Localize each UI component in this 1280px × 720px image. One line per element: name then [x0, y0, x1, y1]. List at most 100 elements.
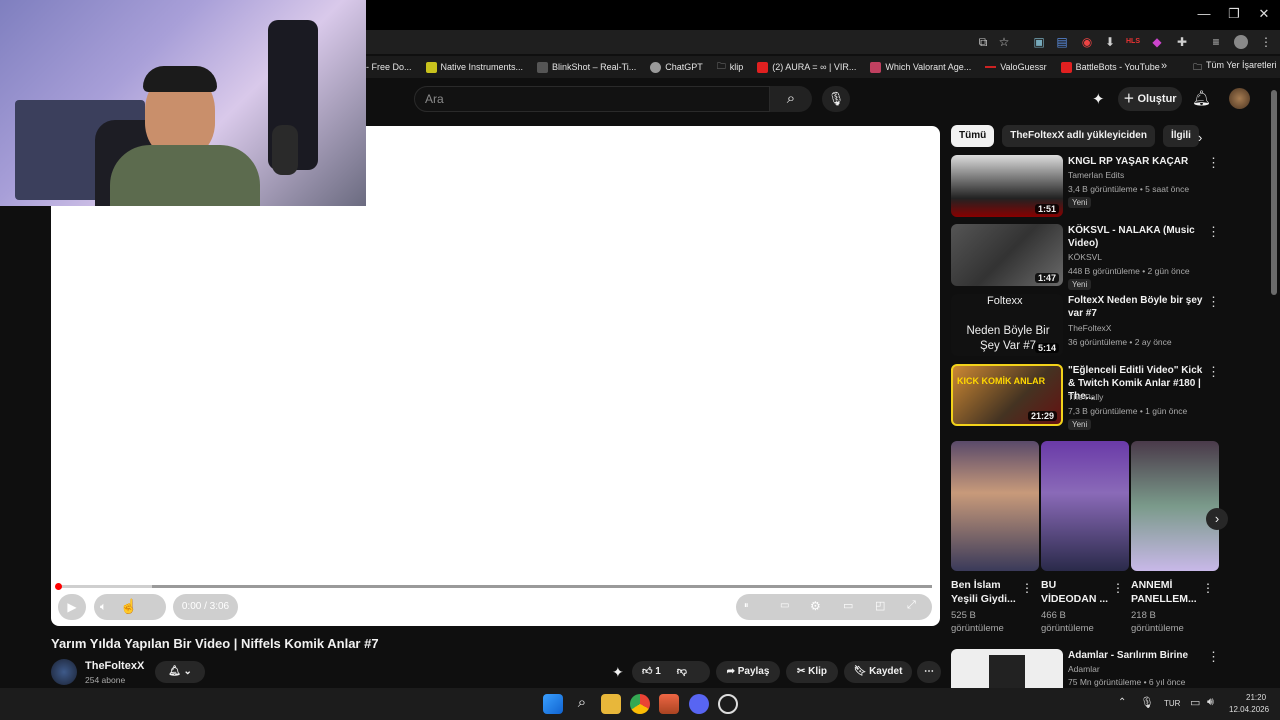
- tray-chevron-icon[interactable]: ⌃: [1118, 697, 1126, 708]
- chips-next-icon[interactable]: ›: [1198, 130, 1202, 145]
- profile-avatar-icon[interactable]: [1234, 35, 1248, 49]
- theater-mode-icon[interactable]: ▭: [843, 599, 853, 612]
- restore-button[interactable]: ❐: [1222, 5, 1246, 23]
- clip-button[interactable]: ✂ Klip: [786, 661, 838, 683]
- channel-avatar[interactable]: [51, 659, 77, 685]
- more-options-icon[interactable]: ⋮: [1021, 581, 1033, 595]
- recommendation-item[interactable]: Foltexx Neden Böyle Bir Şey Var #7 5:14 …: [951, 294, 1221, 358]
- browser-menu-icon[interactable]: ⋮: [1257, 33, 1275, 51]
- app-icon[interactable]: [659, 694, 679, 714]
- install-app-icon[interactable]: ⧉: [974, 33, 992, 51]
- network-icon[interactable]: ▭: [1190, 696, 1200, 709]
- account-avatar[interactable]: [1229, 88, 1250, 109]
- extension-icon[interactable]: ◆: [1148, 33, 1166, 51]
- more-options-icon[interactable]: ⋮: [1112, 581, 1124, 595]
- search-input[interactable]: Ara: [414, 86, 770, 112]
- bookmark-item[interactable]: Which Valorant Age...: [870, 61, 971, 73]
- recommendation-item[interactable]: Adamlar - Sarılırım Birine Adamlar 75 Mn…: [951, 649, 1221, 711]
- settings-gear-icon[interactable]: ⚙: [810, 599, 821, 613]
- thumb-figure: [989, 655, 1025, 689]
- video-progress-bar[interactable]: [58, 585, 932, 588]
- webcam-overlay: [0, 0, 366, 206]
- subscribed-button[interactable]: 🔔︎ ⌄: [155, 661, 205, 683]
- more-options-icon[interactable]: ⋮: [1207, 155, 1220, 171]
- bookmark-star-icon[interactable]: ☆: [995, 33, 1013, 51]
- play-button[interactable]: ▶: [58, 594, 86, 620]
- like-button[interactable]: 👍︎ 1 👎︎: [632, 661, 710, 683]
- minimize-button[interactable]: —: [1192, 5, 1216, 23]
- create-button[interactable]: ＋ Oluştur: [1118, 87, 1182, 111]
- bookmark-item[interactable]: - Free Do...: [366, 62, 412, 72]
- media-control-icon[interactable]: ≡: [1207, 33, 1225, 51]
- speaker-icon[interactable]: 🔊︎: [1207, 696, 1214, 709]
- file-explorer-icon[interactable]: [601, 694, 621, 714]
- short-title[interactable]: BU VİDEODAN ...: [1041, 578, 1113, 606]
- more-actions-icon[interactable]: ⋯: [917, 661, 941, 683]
- search-icon[interactable]: ⌕: [572, 694, 592, 714]
- page-scrollbar[interactable]: [1271, 90, 1277, 295]
- recommendation-meta: 448 B görüntüleme • 2 gün önce: [1068, 266, 1190, 276]
- chip-related[interactable]: İlgili: [1162, 125, 1199, 147]
- cast-icon[interactable]: ◰: [875, 599, 885, 612]
- notifications-bell-icon[interactable]: 🔔︎: [1192, 89, 1211, 107]
- clock-date[interactable]: 12.04.2026: [1229, 705, 1269, 714]
- upload-icon[interactable]: ✦: [1092, 90, 1105, 108]
- new-badge: Yeni: [1068, 197, 1092, 208]
- search-button[interactable]: ⌕: [770, 86, 812, 112]
- mouse-cursor-icon: ☝: [120, 598, 138, 614]
- folder-icon: 🗀: [716, 61, 726, 71]
- more-options-icon[interactable]: ⋮: [1207, 224, 1220, 240]
- voice-search-button[interactable]: 🎙: [822, 86, 850, 112]
- clock-time[interactable]: 21:20: [1246, 693, 1266, 702]
- extension-icon[interactable]: HLS: [1124, 33, 1142, 51]
- app-icon[interactable]: [718, 694, 738, 714]
- start-icon[interactable]: [543, 694, 563, 714]
- fullscreen-icon[interactable]: ⤢: [907, 599, 916, 612]
- all-bookmarks-folder[interactable]: 🗀 Tüm Yer İşaretleri: [1193, 60, 1277, 76]
- recommendation-item[interactable]: KICK KOMİK ANLAR 21:29 "Eğlenceli Editli…: [951, 364, 1221, 430]
- bookmark-item[interactable]: ChatGPT: [650, 61, 703, 73]
- discord-icon[interactable]: [689, 694, 709, 714]
- scrubber-handle[interactable]: [55, 583, 62, 590]
- short-thumbnail[interactable]: [951, 441, 1039, 571]
- subtitles-icon[interactable]: ▭: [780, 600, 789, 611]
- chip-all[interactable]: Tümü: [951, 125, 995, 147]
- download-icon[interactable]: ⬇: [1101, 33, 1119, 51]
- shorts-next-icon[interactable]: ›: [1206, 508, 1228, 530]
- short-thumbnail[interactable]: [1041, 441, 1129, 571]
- close-button[interactable]: ✕: [1252, 5, 1276, 23]
- extension-icon[interactable]: ▣: [1030, 33, 1048, 51]
- ask-icon[interactable]: ✦: [612, 664, 624, 681]
- extensions-puzzle-icon[interactable]: ✚: [1173, 33, 1191, 51]
- chrome-icon[interactable]: [630, 694, 650, 714]
- chip-uploader[interactable]: TheFoltexX adlı yükleyiciden: [1002, 125, 1155, 147]
- more-options-icon[interactable]: ⋮: [1207, 294, 1220, 310]
- short-title[interactable]: ANNEMİ PANELLEM...: [1131, 578, 1203, 606]
- channel-name[interactable]: TheFoltexX: [85, 660, 144, 672]
- language-indicator[interactable]: TUR: [1164, 699, 1180, 708]
- more-options-icon[interactable]: ⋮: [1202, 581, 1214, 595]
- bookmark-favicon-icon: [870, 61, 882, 73]
- recommendation-item[interactable]: 1:47 KÖKSVL - NALAKA (Music Video) KÖKSV…: [951, 224, 1221, 290]
- bookmark-item[interactable]: BlinkShot – Real-Ti...: [537, 61, 636, 73]
- bookmark-item[interactable]: BattleBots - YouTube: [1060, 61, 1160, 73]
- microphone-icon[interactable]: 🎙: [1140, 696, 1154, 709]
- extension-icon[interactable]: ◉: [1078, 33, 1096, 51]
- autoplay-toggle-icon[interactable]: ⏸: [744, 600, 749, 611]
- recommendation-title: Adamlar - Sarılırım Birine: [1068, 650, 1189, 661]
- recommendation-item[interactable]: 1:51 KNGL RP YAŞAR KAÇAR Tamerlan Edits …: [951, 155, 1221, 219]
- headphones-shape: [143, 66, 217, 92]
- save-button[interactable]: 🔖︎ Kaydet: [844, 661, 912, 683]
- extension-icon[interactable]: ▤: [1053, 33, 1071, 51]
- bookmark-item[interactable]: ValoGuessr: [985, 62, 1047, 72]
- short-thumbnail[interactable]: [1131, 441, 1219, 571]
- more-options-icon[interactable]: ⋮: [1207, 649, 1220, 665]
- short-title[interactable]: Ben İslam Yeşili Giydi...: [951, 578, 1023, 606]
- more-options-icon[interactable]: ⋮: [1207, 364, 1220, 380]
- address-bar[interactable]: [366, 30, 1280, 54]
- bookmark-item[interactable]: Native Instruments...: [425, 61, 523, 73]
- bookmarks-overflow-icon[interactable]: »: [1161, 60, 1167, 72]
- bookmark-folder[interactable]: 🗀 klip: [717, 59, 744, 75]
- share-button[interactable]: ➦ Paylaş: [716, 661, 780, 683]
- bookmark-item[interactable]: (2) AURA = ∞ | VIR...: [757, 61, 856, 73]
